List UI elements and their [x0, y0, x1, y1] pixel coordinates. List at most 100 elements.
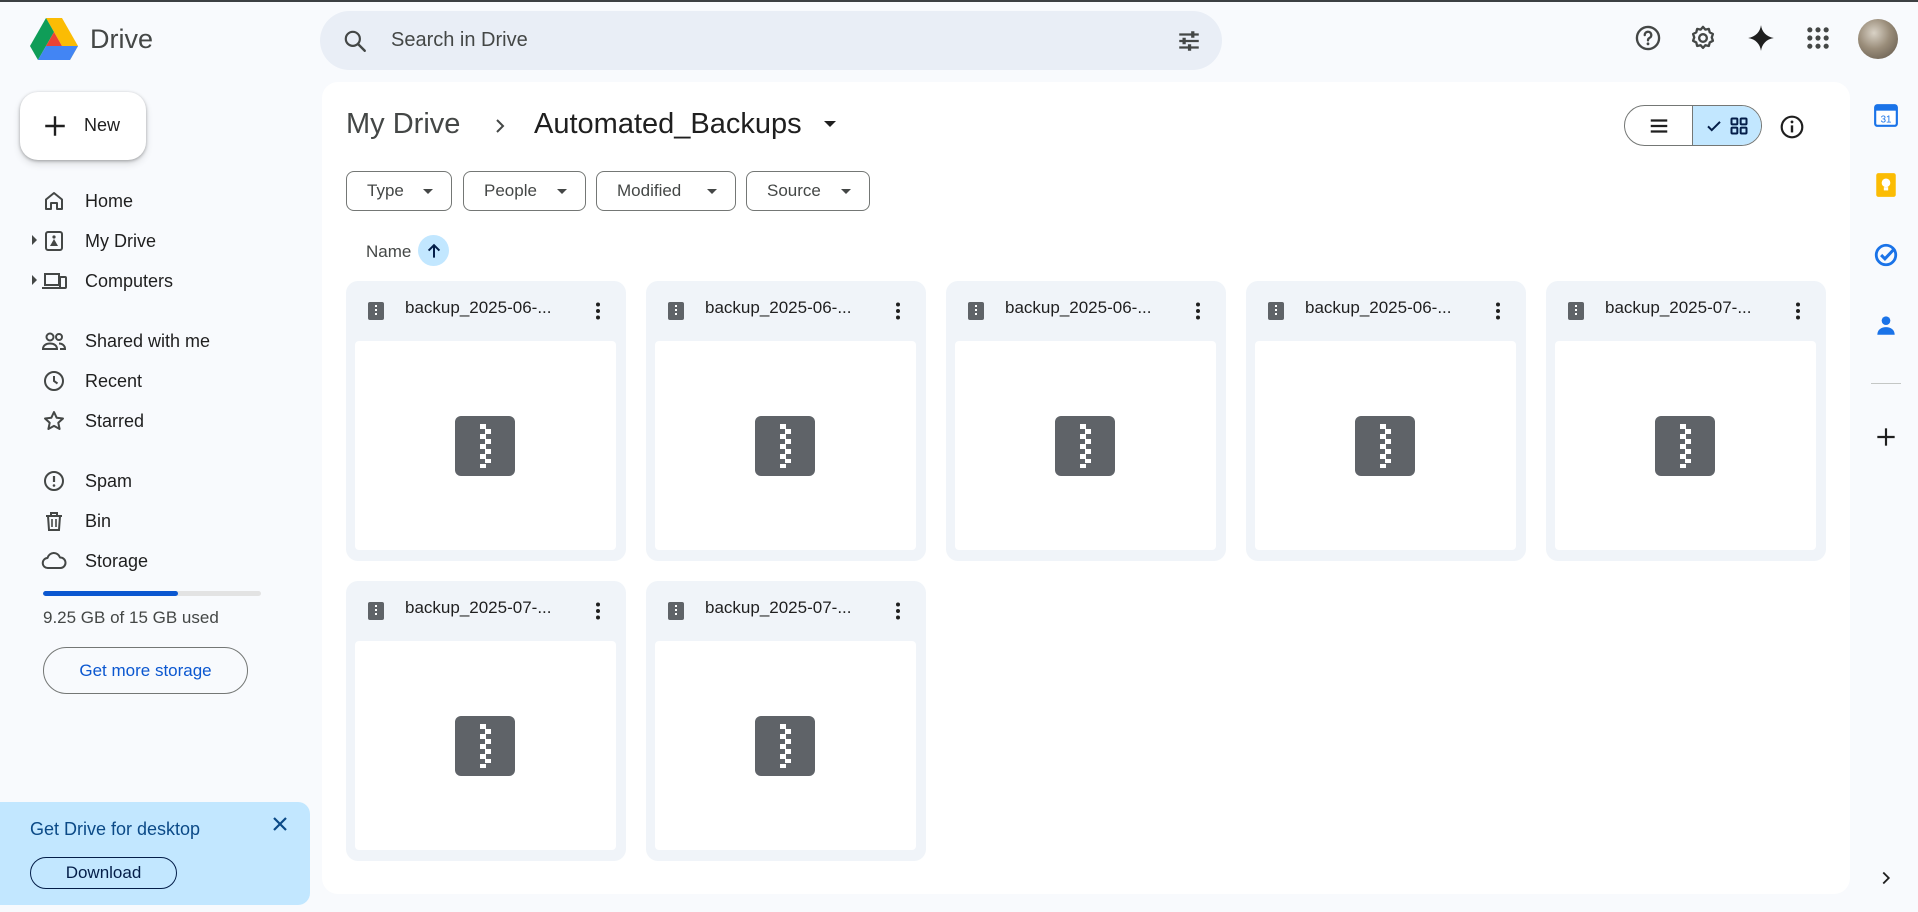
apps-grid-icon[interactable] — [1804, 24, 1832, 52]
zip-file-icon — [668, 302, 684, 320]
expand-caret-icon[interactable] — [32, 235, 37, 245]
file-name: backup_2025-07-... — [405, 598, 552, 617]
filter-chip-type[interactable]: Type — [346, 171, 452, 211]
more-options-icon[interactable] — [886, 299, 910, 323]
search-options-icon[interactable] — [1176, 28, 1202, 54]
sidebar-item-label: Computers — [85, 270, 174, 291]
file-thumbnail[interactable] — [1555, 341, 1816, 550]
file-card[interactable]: backup_2025-07-... — [346, 581, 626, 861]
sidebar-item-computers[interactable]: Computers — [32, 263, 310, 299]
shared-icon — [40, 327, 68, 355]
sidebar-item-label: Spam — [85, 470, 133, 491]
file-name: backup_2025-06-... — [1305, 298, 1452, 317]
zip-file-icon — [755, 716, 815, 776]
grid-icon — [1730, 117, 1748, 134]
zip-file-icon — [455, 416, 515, 476]
contacts-icon[interactable] — [1873, 312, 1899, 338]
search-icon[interactable] — [342, 28, 368, 54]
list-view-button[interactable] — [1625, 106, 1693, 145]
sidebar-item-recent[interactable]: Recent — [40, 363, 310, 399]
chevron-right-icon[interactable] — [1875, 867, 1897, 889]
breadcrumb-current-folder[interactable]: Automated_Backups — [534, 108, 802, 141]
view-toggle — [1624, 105, 1762, 146]
more-options-icon[interactable] — [886, 599, 910, 623]
drive-logo[interactable]: Drive — [30, 18, 153, 60]
file-card[interactable]: backup_2025-06-... — [1246, 281, 1526, 561]
sidebar-item-label: Storage — [85, 550, 149, 571]
filter-chip-label: Type — [367, 181, 404, 200]
filter-chip-modified[interactable]: Modified — [596, 171, 736, 211]
gemini-sparkle-icon[interactable] — [1747, 24, 1775, 52]
folder-menu-dropdown-icon[interactable] — [824, 121, 836, 127]
zip-file-icon — [455, 716, 515, 776]
file-thumbnail[interactable] — [955, 341, 1216, 550]
zip-file-icon — [1268, 302, 1284, 320]
expand-caret-icon[interactable] — [32, 275, 37, 285]
file-name: backup_2025-06-... — [705, 298, 852, 317]
more-options-icon[interactable] — [1486, 299, 1510, 323]
download-button[interactable]: Download — [30, 857, 177, 889]
filter-chip-label: Source — [767, 181, 821, 200]
search-input[interactable]: Search in Drive — [391, 29, 528, 52]
file-card[interactable]: backup_2025-06-... — [946, 281, 1226, 561]
filter-chip-label: Modified — [617, 181, 682, 200]
zip-file-icon — [1568, 302, 1584, 320]
zip-file-icon — [968, 302, 984, 320]
new-button[interactable]: New — [20, 92, 146, 160]
my-drive-icon — [40, 227, 68, 255]
more-options-icon[interactable] — [586, 599, 610, 623]
more-options-icon[interactable] — [586, 299, 610, 323]
file-thumbnail[interactable] — [355, 641, 616, 850]
file-card[interactable]: backup_2025-06-... — [346, 281, 626, 561]
get-more-storage-button[interactable]: Get more storage — [43, 647, 248, 694]
dropdown-arrow-icon — [707, 189, 717, 194]
file-thumbnail[interactable] — [355, 341, 616, 550]
add-addon-icon[interactable] — [1873, 424, 1899, 450]
zip-file-icon — [1655, 416, 1715, 476]
filter-chip-source[interactable]: Source — [746, 171, 870, 211]
more-options-icon[interactable] — [1786, 299, 1810, 323]
sidebar-item-shared-with-me[interactable]: Shared with me — [40, 323, 310, 359]
file-name: backup_2025-07-... — [1605, 298, 1752, 317]
sidebar-item-spam[interactable]: Spam — [40, 463, 310, 499]
sidebar-item-home[interactable]: Home — [40, 183, 310, 219]
promo-title: Get Drive for desktop — [30, 819, 201, 839]
sidebar-item-starred[interactable]: Starred — [40, 403, 310, 439]
info-icon[interactable] — [1779, 114, 1805, 140]
side-panel-divider — [1871, 383, 1901, 384]
tasks-icon[interactable] — [1873, 242, 1899, 268]
sidebar-item-bin[interactable]: Bin — [40, 503, 310, 539]
account-avatar[interactable] — [1858, 19, 1898, 59]
keep-icon[interactable] — [1873, 172, 1899, 198]
file-thumbnail[interactable] — [655, 641, 916, 850]
file-name: backup_2025-06-... — [405, 298, 552, 317]
sort-direction-button[interactable] — [418, 235, 449, 266]
sidebar-item-my-drive[interactable]: My Drive — [32, 223, 310, 259]
settings-gear-icon[interactable] — [1689, 24, 1717, 52]
check-icon — [1707, 120, 1721, 132]
filter-chip-people[interactable]: People — [463, 171, 586, 211]
help-icon[interactable] — [1634, 24, 1662, 52]
storage-usage-fill — [43, 591, 178, 596]
grid-view-button[interactable] — [1693, 106, 1761, 145]
more-options-icon[interactable] — [1186, 299, 1210, 323]
file-card[interactable]: backup_2025-07-... — [646, 581, 926, 861]
plus-icon — [45, 116, 65, 136]
dropdown-arrow-icon — [841, 189, 851, 194]
sidebar-item-label: Recent — [85, 370, 143, 391]
sidebar-item-label: Home — [85, 190, 134, 211]
file-card[interactable]: backup_2025-06-... — [646, 281, 926, 561]
desktop-promo-banner: Get Drive for desktop Download — [0, 802, 310, 905]
list-icon — [1650, 118, 1667, 133]
search-bar[interactable]: Search in Drive — [320, 11, 1222, 70]
calendar-icon[interactable]: 31 — [1873, 102, 1899, 128]
sidebar-item-storage[interactable]: Storage — [40, 543, 310, 579]
sidebar-item-label: Bin — [85, 510, 112, 531]
close-icon[interactable] — [268, 812, 292, 836]
file-card[interactable]: backup_2025-07-... — [1546, 281, 1826, 561]
bin-icon — [40, 507, 68, 535]
sort-by-name[interactable]: Name — [366, 242, 411, 262]
file-thumbnail[interactable] — [1255, 341, 1516, 550]
file-thumbnail[interactable] — [655, 341, 916, 550]
breadcrumb-my-drive[interactable]: My Drive — [346, 108, 460, 141]
